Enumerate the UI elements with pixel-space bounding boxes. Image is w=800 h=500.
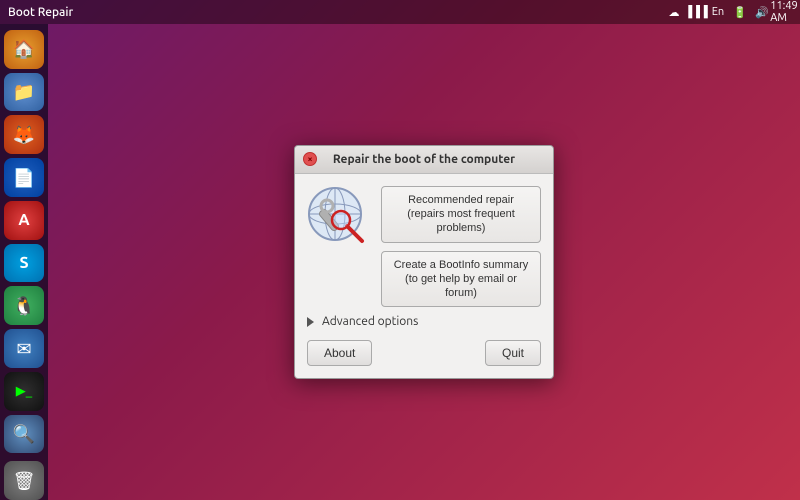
sidebar-item-skype[interactable]: S [4,244,44,283]
search-icon: 🔍 [13,425,35,443]
writer-icon: 📄 [13,169,35,187]
dialog-body: Recommended repair (repairs most frequen… [295,174,553,308]
skype-icon: S [19,255,28,271]
recommended-repair-button[interactable]: Recommended repair (repairs most frequen… [381,186,541,243]
pia-icon: 🐧 [13,297,35,315]
sidebar-item-terminal[interactable]: ▶_ [4,372,44,411]
arrow-right-icon [307,317,314,327]
boot-repair-dialog: × Repair the boot of the computer [294,145,554,380]
trash-icon: 🗑 [13,472,36,490]
sidebar: 🏠 📁 🦊 📄 A S 🐧 ✉ ▶_ 🔍 🗑 [0,24,48,500]
firefox-icon: 🦊 [13,126,35,144]
sidebar-item-writer[interactable]: 📄 [4,158,44,197]
signal-icon: ▐▐▐ [688,4,704,20]
battery-icon: 🔋 [732,4,748,20]
topbar-right: ☁ ▐▐▐ En 🔋 🔊 11:49 AM [666,4,792,20]
home-icon: 🏠 [13,40,35,58]
keyboard-icon: En [710,4,726,20]
dialog-titlebar: × Repair the boot of the computer [295,146,553,174]
desktop: × Repair the boot of the computer [48,24,800,500]
boot-repair-icon [307,186,371,250]
terminal-icon: ▶_ [16,385,32,398]
topbar-title: Boot Repair [8,6,73,19]
appstore-icon: A [18,212,29,228]
sidebar-item-search[interactable]: 🔍 [4,415,44,454]
volume-icon: 🔊 [754,4,770,20]
sidebar-item-email[interactable]: ✉ [4,329,44,368]
sidebar-item-pia[interactable]: 🐧 [4,286,44,325]
close-button[interactable]: × [303,152,317,166]
dropbox-icon: ☁ [666,4,682,20]
sidebar-item-trash[interactable]: 🗑 [4,461,44,500]
about-button[interactable]: About [307,340,372,366]
dialog-footer: About Quit [295,332,553,366]
advanced-options-toggle[interactable]: Advanced options [295,307,553,332]
clock: 11:49 AM [776,4,792,20]
bootinfo-summary-button[interactable]: Create a BootInfo summary (to get help b… [381,251,541,308]
topbar: Boot Repair ☁ ▐▐▐ En 🔋 🔊 11:49 AM [0,0,800,24]
quit-button[interactable]: Quit [485,340,541,366]
sidebar-item-files[interactable]: 📁 [4,73,44,112]
dialog-title: Repair the boot of the computer [333,153,515,166]
email-icon: ✉ [16,340,31,358]
sidebar-item-firefox[interactable]: 🦊 [4,115,44,154]
action-buttons: Recommended repair (repairs most frequen… [381,186,541,308]
sidebar-item-home[interactable]: 🏠 [4,30,44,69]
files-icon: 📁 [13,83,35,101]
sidebar-item-appstore[interactable]: A [4,201,44,240]
